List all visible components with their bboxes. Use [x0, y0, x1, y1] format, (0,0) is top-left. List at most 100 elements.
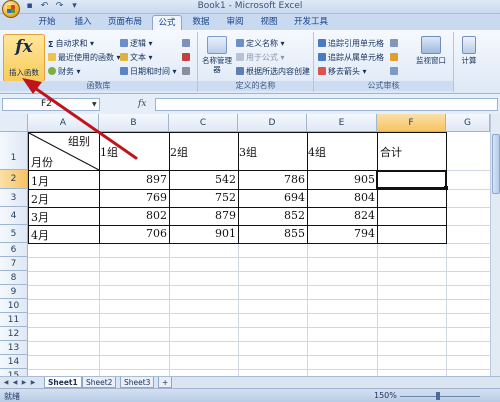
select-all-corner[interactable]	[0, 114, 28, 132]
insert-function-button[interactable]: fx 插入函数	[3, 34, 45, 82]
sheet-tab-sheet2[interactable]: Sheet2	[82, 377, 117, 388]
evaluate-formula-button[interactable]	[390, 66, 400, 77]
next-sheet-icon[interactable]: ▶	[20, 378, 28, 387]
value-cell[interactable]: 786	[238, 173, 307, 186]
value-cell[interactable]: 706	[99, 227, 169, 240]
error-checking-button[interactable]	[390, 52, 400, 63]
value-cell[interactable]: 901	[169, 227, 238, 240]
autosum-button[interactable]: Σ 自动求和 ▾	[48, 38, 94, 49]
tab-review[interactable]: 审阅	[220, 15, 250, 30]
value-cell[interactable]: 824	[307, 209, 377, 222]
column-header-b[interactable]: B	[99, 114, 169, 132]
calculation-label: 计算	[461, 56, 477, 65]
row-header-4[interactable]: 4	[0, 207, 28, 225]
month-cell[interactable]: 4月	[31, 227, 49, 243]
active-cell-f2[interactable]	[376, 170, 447, 189]
value-cell[interactable]: 852	[238, 209, 307, 222]
trace-precedents-button[interactable]: 追踪引用单元格	[318, 38, 384, 49]
trace-dependents-button[interactable]: 追踪从属单元格	[318, 52, 384, 63]
sheet-tab-sheet3[interactable]: Sheet3	[120, 377, 155, 388]
row-header-8[interactable]: 8	[0, 271, 28, 285]
worksheet-grid[interactable]: A B C D E F G 1 2 3 4 5 6 7 8 9 10 11 12…	[0, 114, 490, 376]
row-header-5[interactable]: 5	[0, 225, 28, 243]
value-cell[interactable]: 804	[307, 191, 377, 204]
value-cell[interactable]: 794	[307, 227, 377, 240]
zoom-slider-knob[interactable]	[436, 392, 440, 400]
zoom-level[interactable]: 150%	[374, 391, 397, 400]
month-cell[interactable]: 3月	[31, 209, 49, 225]
column-header-g[interactable]: G	[446, 114, 490, 132]
financial-button[interactable]: 财务 ▾	[48, 66, 81, 77]
tab-insert[interactable]: 插入	[68, 15, 98, 30]
tab-page-layout[interactable]: 页面布局	[102, 15, 148, 30]
create-from-selection-button[interactable]: 根据所选内容创建	[236, 66, 310, 77]
row-header-14[interactable]: 14	[0, 355, 28, 369]
header-group-4: 4组	[308, 146, 326, 159]
value-cell[interactable]: 694	[238, 191, 307, 204]
tab-home[interactable]: 开始	[30, 15, 64, 30]
formula-use-icon	[236, 53, 244, 61]
tab-developer[interactable]: 开发工具	[288, 15, 334, 30]
recent-functions-button[interactable]: 最近使用的函数 ▾	[48, 52, 121, 63]
column-header-d[interactable]: D	[238, 114, 307, 132]
row-header-10[interactable]: 10	[0, 299, 28, 313]
value-cell[interactable]: 905	[307, 173, 377, 186]
value-cell[interactable]: 769	[99, 191, 169, 204]
math-button[interactable]	[182, 52, 192, 63]
row-header-15[interactable]: 15	[0, 369, 28, 376]
value-cell[interactable]: 542	[169, 173, 238, 186]
first-sheet-icon[interactable]: ◀	[2, 378, 10, 387]
value-cell[interactable]: 752	[169, 191, 238, 204]
datetime-button[interactable]: 日期和时间 ▾	[120, 66, 177, 77]
tab-view[interactable]: 视图	[254, 15, 284, 30]
scrollbar-thumb[interactable]	[492, 134, 500, 194]
watch-window-icon	[421, 36, 441, 54]
tab-data[interactable]: 数据	[186, 15, 216, 30]
name-manager-button[interactable]: 名称管理器	[202, 36, 232, 74]
formula-fx-icon[interactable]: fx	[138, 99, 146, 109]
row-header-2[interactable]: 2	[0, 170, 28, 189]
value-cell[interactable]: 897	[99, 173, 169, 186]
row-header-9[interactable]: 9	[0, 285, 28, 299]
office-button[interactable]	[2, 0, 20, 18]
column-header-e[interactable]: E	[307, 114, 377, 132]
sheet-tab-sheet1[interactable]: Sheet1	[44, 377, 82, 388]
vertical-scrollbar[interactable]	[490, 114, 500, 376]
text-button[interactable]: 文本 ▾	[120, 52, 153, 63]
row-header-6[interactable]: 6	[0, 243, 28, 257]
define-name-button[interactable]: 定义名称 ▾	[236, 38, 285, 49]
row-header-12[interactable]: 12	[0, 327, 28, 341]
row-header-11[interactable]: 11	[0, 313, 28, 327]
insert-sheet-icon[interactable]: +	[158, 377, 172, 388]
name-box[interactable]: F2	[2, 98, 100, 111]
remove-arrows-button[interactable]: 移去箭头 ▾	[318, 66, 367, 77]
zoom-slider[interactable]	[400, 396, 480, 397]
value-cell[interactable]: 879	[169, 209, 238, 222]
row-header-13[interactable]: 13	[0, 341, 28, 355]
calculation-options-button[interactable]: 计算	[456, 36, 482, 65]
watch-window-button[interactable]: 监视窗口	[412, 36, 450, 65]
column-header-a[interactable]: A	[28, 114, 99, 132]
use-in-formula-button[interactable]: 用于公式 ▾	[236, 52, 285, 63]
value-cell[interactable]: 855	[238, 227, 307, 240]
trace-precedents-label: 追踪引用单元格	[328, 39, 384, 48]
logical-button[interactable]: 逻辑 ▾	[120, 38, 153, 49]
lookup-button[interactable]	[182, 38, 192, 49]
row-header-3[interactable]: 3	[0, 189, 28, 207]
month-cell[interactable]: 2月	[31, 191, 49, 207]
column-header-c[interactable]: C	[169, 114, 238, 132]
chevron-down-icon[interactable]: ▼	[92, 101, 97, 108]
last-sheet-icon[interactable]: ▶	[29, 378, 37, 387]
month-cell[interactable]: 1月	[31, 173, 49, 189]
formula-input[interactable]	[155, 98, 498, 111]
row-header-1[interactable]: 1	[0, 132, 28, 170]
show-formulas-button[interactable]	[390, 38, 400, 49]
value-cell[interactable]: 802	[99, 209, 169, 222]
fill-handle[interactable]	[444, 186, 448, 190]
group-defined-names: 名称管理器 定义名称 ▾ 用于公式 ▾ 根据所选内容创建 定义的名称	[198, 32, 314, 92]
tab-formulas[interactable]: 公式	[152, 15, 182, 30]
more-functions-button[interactable]	[182, 66, 192, 77]
row-header-7[interactable]: 7	[0, 257, 28, 271]
column-header-f[interactable]: F	[377, 114, 446, 132]
prev-sheet-icon[interactable]: ◀	[11, 378, 19, 387]
